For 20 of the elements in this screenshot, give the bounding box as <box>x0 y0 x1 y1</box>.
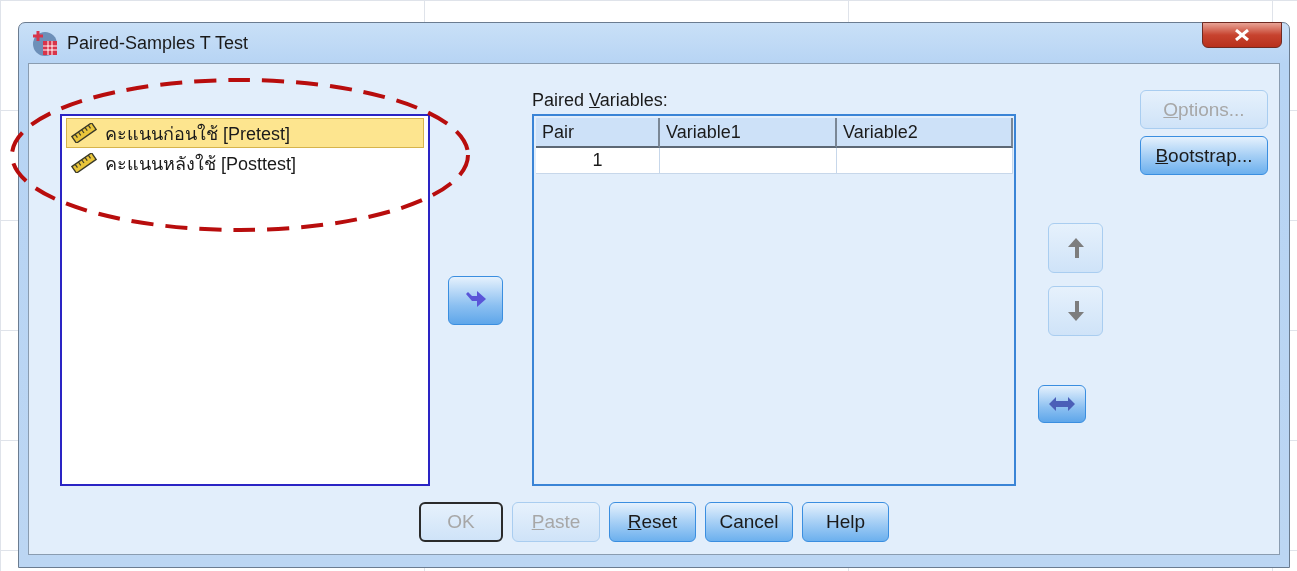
dialog-button[interactable]: Reset <box>609 502 696 542</box>
column-header: Pair <box>536 118 660 148</box>
move-swap-button[interactable] <box>1038 385 1086 423</box>
dialog-button[interactable]: Help <box>802 502 889 542</box>
dialog-button[interactable]: Cancel <box>705 502 793 542</box>
app-icon <box>31 29 59 57</box>
variable-item[interactable]: คะแนนหลังใช้ [Posttest] <box>66 148 424 178</box>
table-cell: 1 <box>536 148 660 174</box>
column-header: Variable1 <box>660 118 837 148</box>
dialog-button[interactable]: Bootstrap... <box>1140 136 1268 175</box>
double-arrow-icon <box>1048 396 1076 412</box>
close-button[interactable] <box>1202 22 1282 48</box>
arrow-up-icon <box>1066 237 1085 259</box>
arrow-down-icon <box>1066 300 1085 322</box>
paired-variables-label: Paired Variables: <box>532 90 669 112</box>
close-icon <box>1234 29 1250 41</box>
transfer-button[interactable] <box>448 276 503 325</box>
variable-item[interactable]: คะแนนก่อนใช้ [Pretest] <box>66 118 424 148</box>
window-title: Paired-Samples T Test <box>67 32 249 54</box>
column-header: Variable2 <box>837 118 1013 148</box>
